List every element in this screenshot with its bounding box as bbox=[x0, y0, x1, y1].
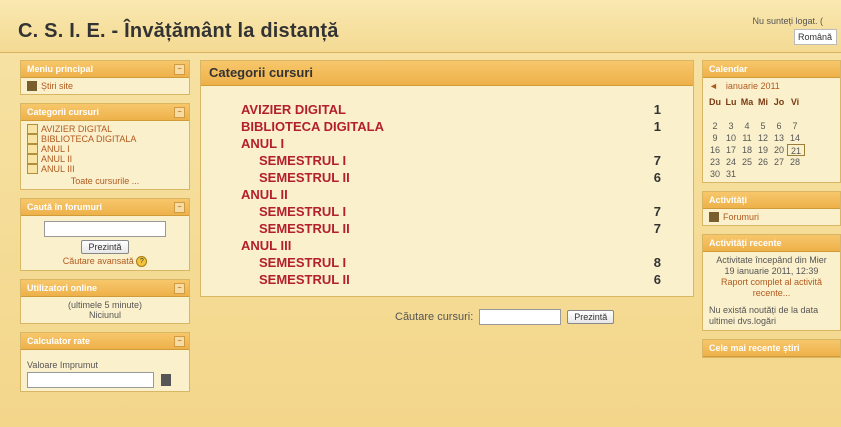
table-row[interactable]: SEMESTRUL I8 bbox=[241, 254, 661, 271]
advanced-search-link[interactable]: Căutare avansată bbox=[63, 256, 134, 266]
site-title[interactable]: C. S. I. E. - Învățământ la distanță bbox=[18, 20, 339, 43]
folder-icon bbox=[27, 134, 38, 144]
online-none: Niciunul bbox=[88, 310, 121, 321]
calendar-nav: ◄ ianuarie 2011 bbox=[703, 78, 840, 94]
category-item[interactable]: BIBLIOTECA DIGITALA bbox=[27, 134, 183, 144]
main-header: Categorii cursuri bbox=[201, 61, 693, 86]
collapse-icon[interactable]: − bbox=[174, 202, 185, 213]
collapse-icon[interactable]: − bbox=[174, 336, 185, 348]
page-header: C. S. I. E. - Învățământ la distanță Nu … bbox=[0, 0, 841, 53]
table-row[interactable]: SEMESTRUL I7 bbox=[241, 152, 661, 169]
calculator-icon[interactable] bbox=[160, 374, 171, 387]
recent-activity-line1: Activitate începând din Mier bbox=[716, 255, 827, 265]
course-search-label: Căutare cursuri: bbox=[395, 311, 474, 323]
forum-search-block: Caută în forumuri − Prezintă Căutare ava… bbox=[20, 198, 190, 272]
folder-icon bbox=[27, 144, 38, 154]
categories-title: Categorii cursuri bbox=[27, 107, 100, 117]
main-content: Categorii cursuri AVIZIER DIGITAL 1 BIBLI… bbox=[200, 60, 694, 297]
category-item[interactable]: ANUL I bbox=[27, 144, 183, 154]
table-row[interactable]: AVIZIER DIGITAL 1 bbox=[241, 101, 661, 118]
main-menu-title: Meniu principal bbox=[27, 64, 94, 74]
help-icon[interactable]: ? bbox=[136, 256, 148, 268]
site-news-link[interactable]: Știri site bbox=[27, 81, 183, 91]
calculator-block: Calculator rate − Valoare Imprumut bbox=[20, 332, 190, 393]
forum-search-input[interactable] bbox=[44, 221, 166, 237]
recent-activity-title: Activități recente bbox=[709, 238, 782, 248]
course-search-button[interactable]: Prezintă bbox=[567, 310, 615, 324]
table-row[interactable]: ANUL III bbox=[241, 237, 661, 254]
category-item[interactable]: ANUL II bbox=[27, 154, 183, 164]
online-users-title: Utilizatori online bbox=[27, 283, 98, 294]
loan-label: Valoare Imprumut bbox=[27, 360, 98, 371]
online-users-header: Utilizatori online − bbox=[21, 280, 189, 298]
latest-news-title: Cele mai recente știri bbox=[709, 343, 800, 353]
all-courses-link[interactable]: Toate cursurile ... bbox=[27, 176, 183, 186]
main-menu-header: Meniu principal − bbox=[21, 61, 189, 78]
online-range: (ultimele 5 minute) bbox=[67, 300, 143, 311]
calculator-header: Calculator rate − bbox=[21, 333, 189, 351]
left-column: Meniu principal − Știri site Categorii c… bbox=[20, 60, 190, 400]
activities-title: Activități bbox=[709, 195, 748, 205]
calendar-grid: Du Lu Ma Mi Jo Vi 234567 9 10 11 12 13 14 16 17 18 19… bbox=[703, 94, 840, 182]
course-search: Căutare cursuri: Prezintă bbox=[395, 309, 615, 325]
folder-icon bbox=[27, 164, 38, 174]
table-row[interactable]: ANUL II bbox=[241, 186, 661, 203]
loan-input[interactable] bbox=[27, 372, 154, 389]
table-row[interactable]: BIBLIOTECA DIGITALA 1 bbox=[241, 118, 661, 135]
collapse-icon[interactable]: − bbox=[174, 283, 185, 295]
site-news-label[interactable]: Știri site bbox=[41, 81, 73, 91]
calendar-header: Calendar bbox=[703, 61, 840, 78]
main-menu-block: Meniu principal − Știri site bbox=[20, 60, 190, 95]
no-news: Nu există noutăți de la data ultimei dvs… bbox=[709, 305, 819, 326]
news-icon bbox=[27, 81, 37, 91]
calendar-month[interactable]: ianuarie 2011 bbox=[726, 81, 780, 91]
language-select[interactable]: Română bbox=[794, 29, 837, 45]
table-row[interactable]: ANUL I bbox=[241, 135, 661, 152]
calendar-title: Calendar bbox=[709, 64, 748, 74]
recent-activity-report-link[interactable]: Raport complet al activită bbox=[709, 277, 834, 288]
recent-activity-block: Activități recente Activitate începând d… bbox=[702, 234, 841, 331]
folder-icon bbox=[27, 154, 38, 164]
forums-link[interactable]: Forumuri bbox=[709, 212, 834, 222]
calendar-today: 21 bbox=[787, 144, 805, 156]
recent-activity-line2: 19 ianuarie 2011, 12:39 bbox=[724, 266, 819, 276]
course-search-input[interactable] bbox=[479, 309, 562, 325]
forum-icon bbox=[709, 212, 719, 222]
calculator-title: Calculator rate bbox=[27, 336, 91, 347]
activities-block: Activități Forumuri bbox=[702, 191, 841, 226]
right-column: Calendar ◄ ianuarie 2011 Du Lu Ma Mi Jo Vi 23… bbox=[702, 60, 841, 366]
forum-search-button[interactable]: Prezintă bbox=[81, 240, 129, 254]
table-row[interactable]: SEMESTRUL II 6 bbox=[241, 169, 661, 186]
category-item[interactable]: AVIZIER DIGITAL bbox=[27, 124, 183, 134]
categories-header: Categorii cursuri − bbox=[21, 104, 189, 121]
forum-search-header: Caută în forumuri − bbox=[21, 199, 189, 216]
calendar-weekdays: Du Lu Ma Mi Jo Vi bbox=[709, 97, 800, 107]
forum-search-title: Caută în forumuri bbox=[27, 202, 103, 212]
table-row[interactable]: SEMESTRUL I7 bbox=[241, 203, 661, 220]
collapse-icon[interactable]: − bbox=[174, 64, 185, 75]
collapse-icon[interactable]: − bbox=[174, 107, 185, 118]
recent-activity-header: Activități recente bbox=[703, 235, 840, 252]
table-row[interactable]: SEMESTRUL II 6 bbox=[241, 271, 661, 288]
forums-label[interactable]: Forumuri bbox=[723, 212, 759, 222]
table-row[interactable]: SEMESTRUL II 7 bbox=[241, 220, 661, 237]
online-users-block: Utilizatori online − (ultimele 5 minute)… bbox=[20, 279, 190, 325]
folder-icon bbox=[27, 124, 38, 134]
category-item[interactable]: ANUL III bbox=[27, 164, 183, 174]
prev-month-icon[interactable]: ◄ bbox=[709, 81, 718, 91]
recent-activity-report-link-2[interactable]: recente... bbox=[709, 288, 834, 299]
course-categories-table: AVIZIER DIGITAL 1 BIBLIOTECA DIGITALA 1 AN… bbox=[241, 101, 661, 288]
login-info[interactable]: Nu sunteți logat. ( bbox=[752, 16, 823, 26]
activities-header: Activități bbox=[703, 192, 840, 209]
latest-news-block: Cele mai recente știri bbox=[702, 339, 841, 358]
calendar-block: Calendar ◄ ianuarie 2011 Du Lu Ma Mi Jo Vi 23… bbox=[702, 60, 841, 183]
categories-block: Categorii cursuri − AVIZIER DIGITAL BIBL… bbox=[20, 103, 190, 190]
latest-news-header: Cele mai recente știri bbox=[703, 340, 840, 357]
